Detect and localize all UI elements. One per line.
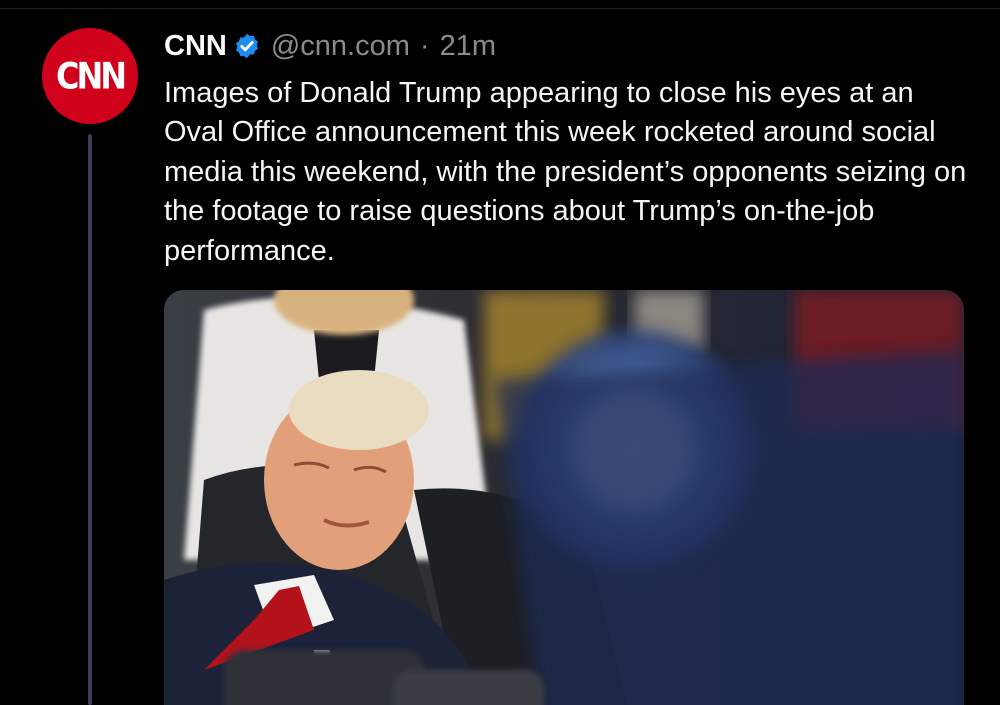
post-text: Images of Donald Trump appearing to clos… [164, 77, 967, 267]
avatar-logo: CNN [55, 54, 127, 98]
post-image[interactable] [164, 290, 964, 705]
thread-line [88, 134, 92, 705]
author-handle[interactable]: @cnn.com [271, 30, 410, 63]
header-separator: · [419, 29, 430, 62]
post: CNN CNN @cnn.com · 21m Images of Donald … [0, 0, 1000, 705]
author-display-name[interactable]: CNN [164, 30, 227, 63]
post-timestamp[interactable]: 21m [440, 30, 496, 63]
verified-check-icon [233, 32, 261, 60]
author-avatar[interactable]: CNN [42, 28, 138, 124]
post-header: CNN @cnn.com · 21m [164, 28, 496, 64]
photo-illustration [164, 290, 964, 705]
